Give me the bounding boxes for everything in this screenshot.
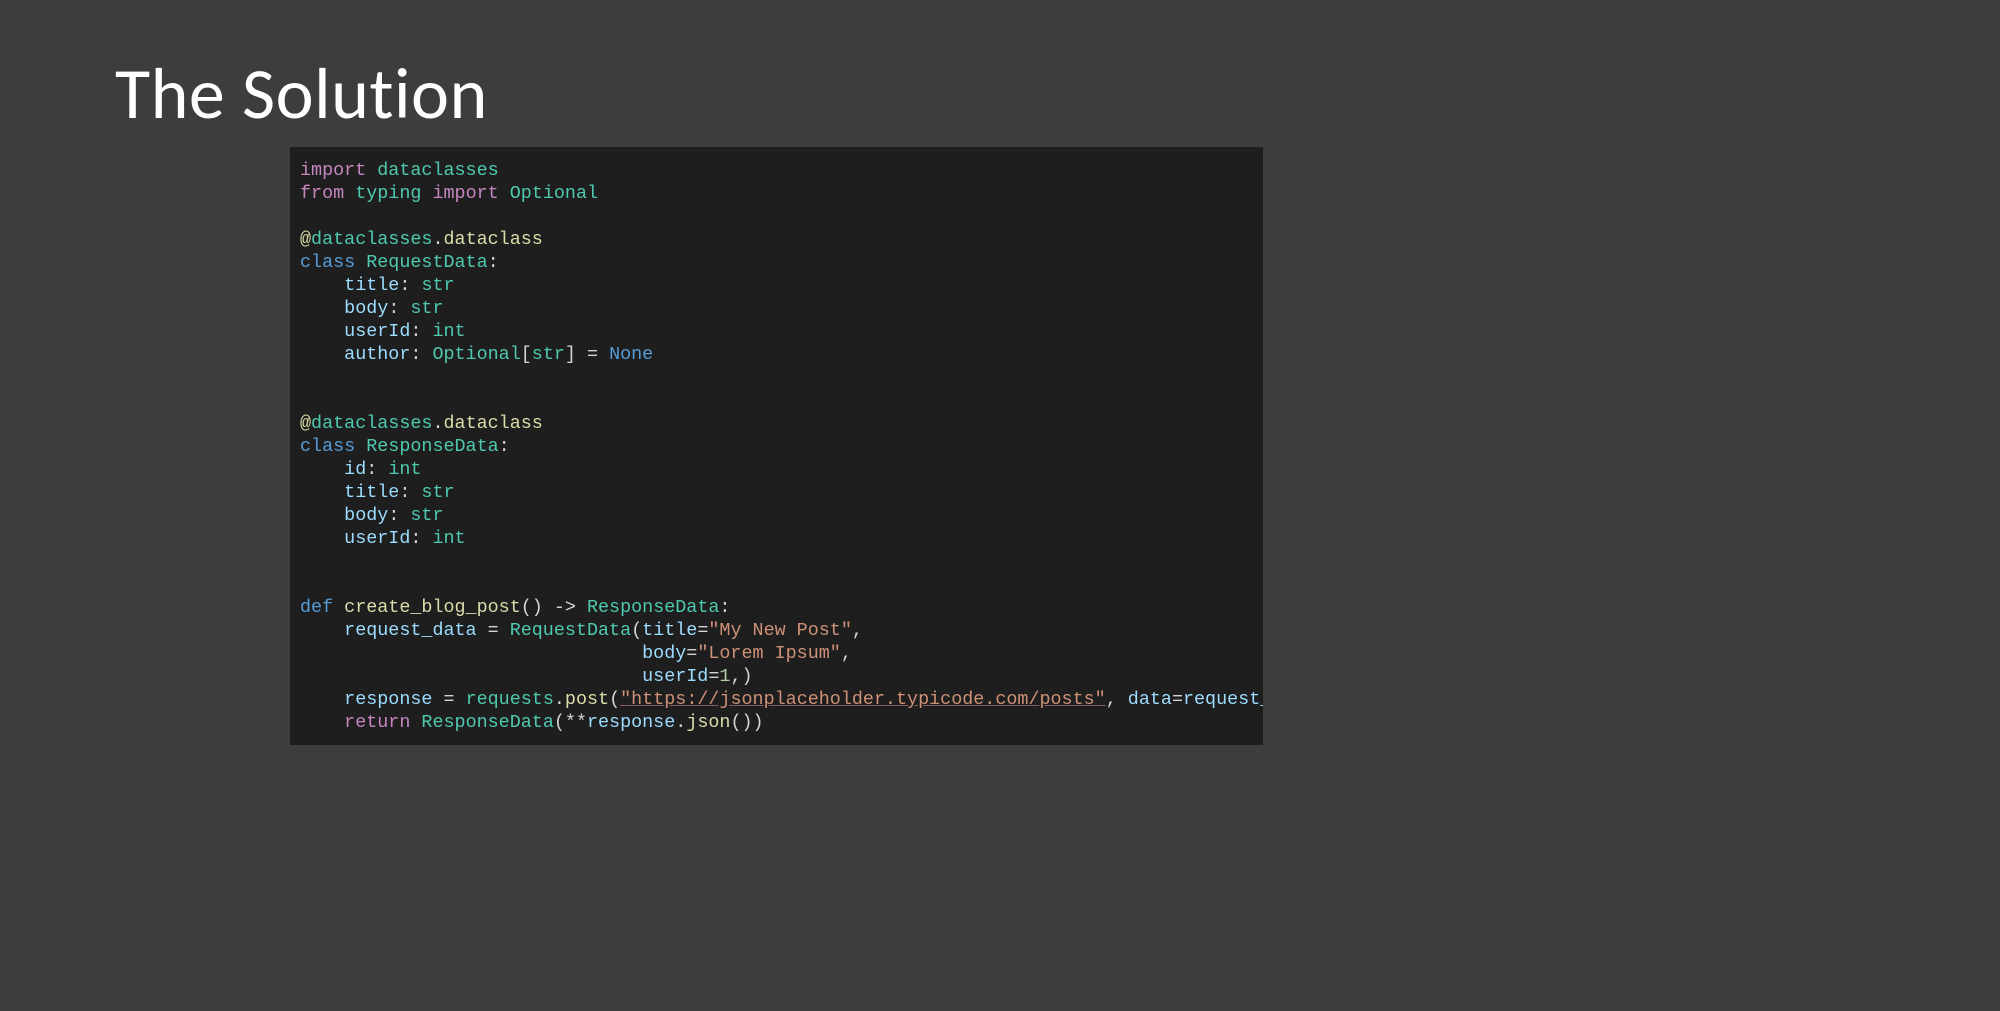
- code-line: def create_blog_post() -> ResponseData:: [300, 597, 730, 618]
- code-line: import dataclasses: [300, 160, 499, 181]
- slide-title: The Solution: [115, 50, 2000, 138]
- code-line: id: int: [300, 459, 421, 480]
- code-line: return ResponseData(**response.json()): [300, 712, 764, 733]
- code-line: title: str: [300, 482, 455, 503]
- code-line: userId: int: [300, 528, 466, 549]
- code-block: import dataclasses from typing import Op…: [290, 147, 1263, 745]
- code-line: from typing import Optional: [300, 183, 598, 204]
- code-line: request_data = RequestData(title="My New…: [300, 620, 863, 641]
- code-line: title: str: [300, 275, 455, 296]
- code-line: body="Lorem Ipsum",: [300, 643, 852, 664]
- code-line: @dataclasses.dataclass: [300, 413, 543, 434]
- code-line: body: str: [300, 298, 444, 319]
- code-line: @dataclasses.dataclass: [300, 229, 543, 250]
- code-line: userId=1,): [300, 666, 753, 687]
- code-line: body: str: [300, 505, 444, 526]
- code-line: author: Optional[str] = None: [300, 344, 653, 365]
- code-line: userId: int: [300, 321, 466, 342]
- code-line: class ResponseData:: [300, 436, 510, 457]
- code-line: class RequestData:: [300, 252, 499, 273]
- code-line: response = requests.post("https://jsonpl…: [300, 689, 1263, 710]
